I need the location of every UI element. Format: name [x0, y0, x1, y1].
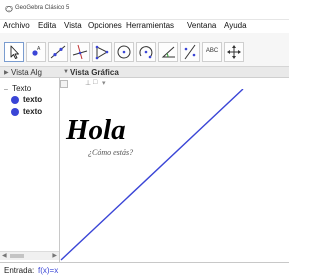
collapse-arrow-icon[interactable]: ▶ [4, 69, 9, 76]
tree-expander-icon[interactable]: – [4, 86, 10, 93]
scroll-thumb[interactable] [10, 254, 24, 258]
menu-edita[interactable]: Edita [38, 21, 56, 30]
object-group-texto[interactable]: – Texto [4, 84, 31, 93]
perpendicular-tool-button[interactable] [70, 42, 90, 62]
object-group-label: Texto [12, 84, 32, 93]
text-tool-button[interactable]: ABC [202, 42, 222, 62]
algebra-item-text-2[interactable]: texto [23, 107, 42, 116]
title-bar: GeoGebra Clásico 5 [0, 0, 289, 20]
object-visibility-dot[interactable] [11, 96, 19, 104]
menu-herramientas[interactable]: Herramientas [126, 21, 174, 30]
menu-vista[interactable]: Vista [64, 21, 82, 30]
svg-text:A: A [37, 46, 41, 52]
line-tool-button[interactable] [48, 42, 68, 62]
arrow-icon [10, 45, 19, 59]
text-object-como-estas[interactable]: ¿Cómo estás? [88, 148, 133, 157]
dropdown-arrow-icon[interactable]: ▾ [102, 79, 106, 87]
input-bar: Entrada: [0, 262, 289, 278]
graphics-view-header[interactable]: ▼ Vista Gráfica [60, 67, 289, 78]
point-tool-button[interactable]: A [26, 42, 46, 62]
graphics-canvas[interactable]: Hola ¿Cómo estás? [60, 89, 289, 262]
circle-icon [117, 45, 131, 59]
algebra-view-header[interactable]: ▶ Vista Alg [0, 67, 60, 78]
algebra-view-title: Vista Alg [11, 68, 42, 77]
input-label: Entrada: [4, 266, 35, 275]
object-visibility-dot[interactable] [11, 108, 19, 116]
grid-toggle-icon[interactable]: □ [93, 79, 97, 86]
input-field[interactable] [38, 265, 198, 276]
polygon-tool-button[interactable] [92, 42, 112, 62]
horizontal-scrollbar[interactable]: ◀ ▶ [0, 251, 59, 260]
move-view-tool-button[interactable] [224, 42, 244, 62]
menu-ayuda[interactable]: Ayuda [224, 21, 247, 30]
style-bar: ⊥ □ ▾ [60, 78, 289, 89]
circle-tool-button[interactable] [114, 42, 134, 62]
reflect-icon [184, 44, 196, 60]
axes-toggle-icon[interactable]: ⊥ [85, 79, 91, 87]
window-title: GeoGebra Clásico 5 [15, 5, 70, 11]
collapse-arrow-icon[interactable]: ▼ [63, 69, 69, 75]
point-icon: A [32, 46, 41, 56]
graphics-view: ▼ Vista Gráfica ⊥ □ ▾ Hola ¿Cómo estás? [60, 67, 289, 262]
angle-tool-button[interactable] [158, 42, 178, 62]
reflect-tool-button[interactable] [180, 42, 200, 62]
text-object-hola[interactable]: Hola [66, 114, 126, 147]
scroll-left-icon[interactable]: ◀ [2, 252, 7, 259]
menu-bar: Archivo Edita Vista Opciones Herramienta… [0, 20, 289, 33]
text-icon: ABC [205, 48, 219, 54]
move-tool-button[interactable] [4, 42, 24, 62]
arc-tool-button[interactable] [136, 42, 156, 62]
algebra-item-text-1[interactable]: texto [23, 95, 42, 104]
toolbar: A ABC [0, 33, 289, 67]
scroll-right-icon[interactable]: ▶ [52, 252, 57, 259]
geogebra-logo-icon [5, 6, 13, 13]
polygon-icon [95, 45, 109, 60]
arc-icon [139, 46, 153, 59]
style-bar-toggle[interactable] [60, 80, 68, 88]
algebra-view: ▶ Vista Alg – Texto texto texto ◀ ▶ [0, 67, 60, 262]
menu-archivo[interactable]: Archivo [3, 21, 30, 30]
menu-ventana[interactable]: Ventana [187, 21, 216, 30]
angle-icon [161, 46, 175, 58]
line-icon [50, 45, 66, 59]
graphics-view-title: Vista Gráfica [70, 68, 119, 77]
perpendicular-icon [72, 44, 88, 60]
move-view-icon [227, 45, 241, 59]
menu-opciones[interactable]: Opciones [88, 21, 122, 30]
